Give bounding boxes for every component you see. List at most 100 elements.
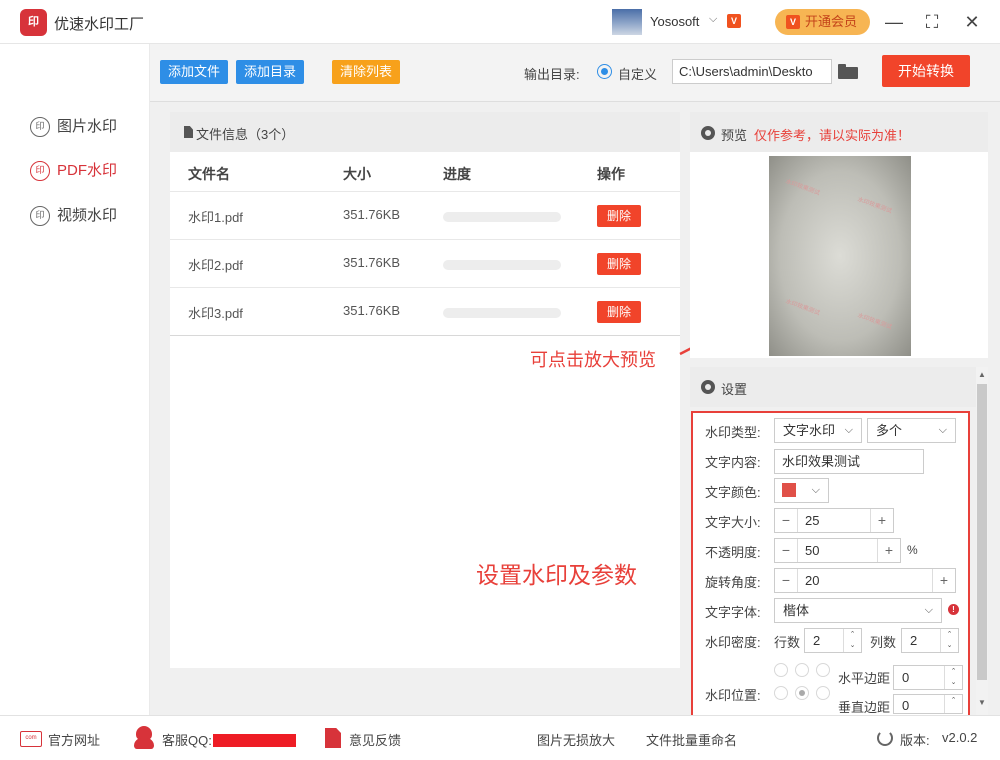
rotation-value[interactable]: 20 [805, 569, 819, 592]
plus-icon[interactable]: + [877, 539, 900, 562]
v-margin-spinbox[interactable]: 0 ⌃ [893, 694, 963, 714]
user-avatar[interactable] [612, 9, 642, 35]
app-logo: 印 [20, 9, 47, 36]
refresh-icon[interactable] [877, 730, 893, 746]
position-top-left[interactable] [774, 663, 788, 677]
vip-icon: V [727, 14, 741, 28]
position-center[interactable] [795, 686, 809, 700]
minimize-icon[interactable]: — [882, 10, 906, 34]
footer: com 官方网址 客服QQ: 意见反馈 图片无损放大 文件批量重命名 版本: v… [0, 715, 1000, 760]
customer-service-qq-link[interactable]: 客服QQ: [162, 730, 212, 749]
file-name: 水印2.pdf [188, 258, 243, 273]
minus-icon[interactable]: − [775, 569, 798, 592]
folder-icon[interactable] [838, 64, 858, 79]
add-file-button[interactable]: 添加文件 [160, 60, 229, 84]
h-margin-spinbox[interactable]: 0 ⌃ ⌄ [893, 665, 963, 690]
website-icon[interactable]: com [20, 731, 42, 747]
h-margin-label: 水平边距 [838, 671, 891, 686]
preview-header: 预览 仅作参考，请以实际为准！ [690, 112, 988, 152]
delete-button[interactable]: 删除 [597, 253, 641, 275]
clear-list-button[interactable]: 清除列表 [332, 60, 401, 84]
qq-icon[interactable] [133, 726, 155, 750]
opacity-value[interactable]: 50 [805, 539, 819, 562]
rotation-label: 旋转角度: [705, 575, 761, 590]
preview-document[interactable]: 水印效果测试 水印效果测试 水印效果测试 水印效果测试 [769, 156, 911, 356]
username[interactable]: Yososoft [650, 14, 699, 29]
sidebar-item-pdf-watermark[interactable]: 印 PDF水印 [30, 159, 117, 183]
cols-spinbox[interactable]: 2 ⌃ ⌄ [901, 628, 959, 653]
spin-down-icon[interactable]: ⌄ [945, 677, 962, 688]
cols-value[interactable]: 2 [910, 629, 917, 652]
scroll-down-icon[interactable]: ▼ [977, 698, 987, 708]
spin-up-icon[interactable]: ⌃ [945, 666, 962, 677]
column-header-action: 操作 [597, 166, 625, 182]
font-label: 文字字体: [705, 605, 761, 620]
table-row[interactable]: 水印3.pdf 351.76KB 删除 [170, 287, 680, 335]
maximize-icon[interactable]: ⛶ [920, 10, 944, 34]
spin-up-icon[interactable]: ⌃ [844, 629, 861, 640]
file-panel-title: 文件信息（3个） [196, 127, 295, 142]
text-content-input[interactable]: 水印效果测试 [774, 449, 924, 474]
rows-value[interactable]: 2 [813, 629, 820, 652]
batch-rename-link[interactable]: 文件批量重命名 [646, 730, 737, 749]
position-top-right[interactable] [816, 663, 830, 677]
minus-icon[interactable]: − [775, 509, 798, 532]
open-vip-button[interactable]: V 开通会员 [775, 9, 870, 35]
progress-bar [443, 212, 561, 222]
chevron-down-icon: ⌵ [924, 604, 933, 616]
official-website-link[interactable]: 官方网址 [48, 730, 100, 749]
color-swatch[interactable] [782, 483, 796, 497]
add-folder-button[interactable]: 添加目录 [236, 60, 305, 84]
font-select[interactable]: 楷体 ⌵ [774, 598, 942, 623]
text-size-value[interactable]: 25 [805, 509, 819, 532]
delete-button[interactable]: 删除 [597, 205, 641, 227]
rows-label: 行数 [774, 635, 801, 650]
text-size-label: 文字大小: [705, 515, 761, 530]
rows-spinbox[interactable]: 2 ⌃ ⌄ [804, 628, 862, 653]
spin-down-icon[interactable]: ⌄ [941, 640, 958, 651]
rotation-stepper[interactable]: − 20 + [774, 568, 956, 593]
output-path-input[interactable]: C:\Users\admin\Deskto [672, 59, 832, 84]
h-margin-value[interactable]: 0 [902, 666, 909, 689]
minus-icon[interactable]: − [775, 539, 798, 562]
version-label: 版本: [900, 733, 930, 748]
redacted-qq-number [213, 734, 296, 747]
delete-button[interactable]: 删除 [597, 301, 641, 323]
spin-up-icon[interactable]: ⌃ [941, 629, 958, 640]
spin-down-icon[interactable]: ⌄ [844, 640, 861, 651]
start-convert-button[interactable]: 开始转换 [882, 55, 970, 87]
custom-output-radio[interactable] [597, 64, 612, 79]
v-margin-value[interactable]: 0 [902, 695, 909, 717]
sidebar-item-video-watermark[interactable]: 印 视频水印 [30, 204, 117, 228]
font-value: 楷体 [783, 603, 810, 618]
position-middle-left[interactable] [774, 686, 788, 700]
plus-icon[interactable]: + [870, 509, 893, 532]
spin-up-icon[interactable]: ⌃ [945, 695, 962, 706]
custom-output-label[interactable]: 自定义 [618, 64, 657, 83]
watermark-icon: 印 [30, 117, 50, 137]
table-row[interactable]: 水印2.pdf 351.76KB 删除 [170, 239, 680, 287]
lossless-enlarge-link[interactable]: 图片无损放大 [537, 730, 615, 749]
sidebar-item-label: PDF水印 [57, 162, 118, 179]
watermark-count-select[interactable]: 多个 ⌵ [867, 418, 956, 443]
vip-icon: V [786, 15, 800, 29]
watermark-sample: 水印效果测试 [856, 312, 893, 331]
watermark-type-select[interactable]: 文字水印 ⌵ [774, 418, 862, 443]
close-icon[interactable]: ✕ [960, 10, 984, 34]
text-size-stepper[interactable]: − 25 + [774, 508, 894, 533]
position-middle-right[interactable] [816, 686, 830, 700]
feedback-link[interactable]: 意见反馈 [349, 730, 401, 749]
scroll-thumb[interactable] [977, 384, 987, 680]
sidebar-item-image-watermark[interactable]: 印 图片水印 [30, 115, 117, 139]
table-row[interactable]: 水印1.pdf 351.76KB 删除 [170, 191, 680, 239]
chevron-down-icon[interactable]: ⌵ [709, 13, 717, 26]
opacity-stepper[interactable]: − 50 + [774, 538, 901, 563]
feedback-icon[interactable] [325, 728, 341, 748]
version-value: v2.0.2 [942, 730, 978, 745]
scroll-up-icon[interactable]: ▲ [977, 370, 987, 380]
open-vip-label: 开通会员 [805, 14, 858, 29]
watermark-type-value: 文字水印 [783, 423, 836, 438]
output-dir-label: 输出目录: [524, 67, 580, 82]
plus-icon[interactable]: + [932, 569, 955, 592]
position-top-center[interactable] [795, 663, 809, 677]
